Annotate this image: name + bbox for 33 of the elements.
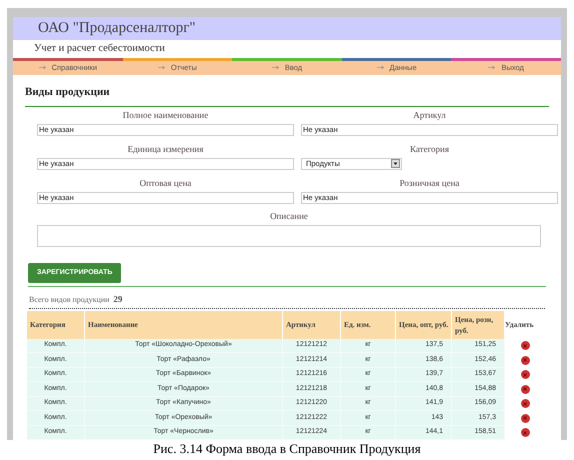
section-title: Виды продукции (25, 86, 110, 98)
figure-caption: Рис. 3.14 Форма ввода в Справочник Продукция (153, 440, 421, 458)
field-label: Оптовая цена (140, 176, 192, 189)
close-icon (523, 430, 527, 435)
delete-button[interactable] (520, 414, 530, 423)
field-label: Категория (410, 142, 449, 155)
delete-button[interactable] (520, 399, 530, 408)
arrow-icon (158, 65, 166, 70)
close-icon (523, 344, 527, 348)
delete-button[interactable] (520, 384, 530, 394)
close-icon (523, 387, 527, 392)
delete-button[interactable] (520, 428, 530, 438)
total-count: 29 (113, 293, 122, 306)
close-icon (523, 416, 527, 420)
field-label: Описание (270, 210, 308, 222)
company-title: ОАО "Продарсеналторг" (38, 19, 196, 38)
arrow-icon (488, 65, 496, 70)
delete-button[interactable] (520, 341, 530, 350)
close-icon (523, 358, 527, 362)
delete-button[interactable] (520, 370, 530, 380)
field-label: Артикул (413, 108, 446, 121)
field-label: Розничная цена (400, 176, 460, 189)
close-icon (523, 372, 527, 377)
field-label: Полное наименование (122, 108, 208, 121)
arrow-icon (38, 65, 47, 70)
description-field[interactable] (37, 224, 541, 247)
total-label: Всего видов продукции (29, 294, 110, 306)
delete-button[interactable] (520, 356, 530, 365)
subtitle: Учет и расчет себестоимости (34, 42, 165, 56)
close-icon (523, 402, 527, 406)
arrow-icon (272, 65, 280, 70)
arrow-icon (376, 65, 385, 70)
field-label: Единица измерения (128, 142, 204, 155)
